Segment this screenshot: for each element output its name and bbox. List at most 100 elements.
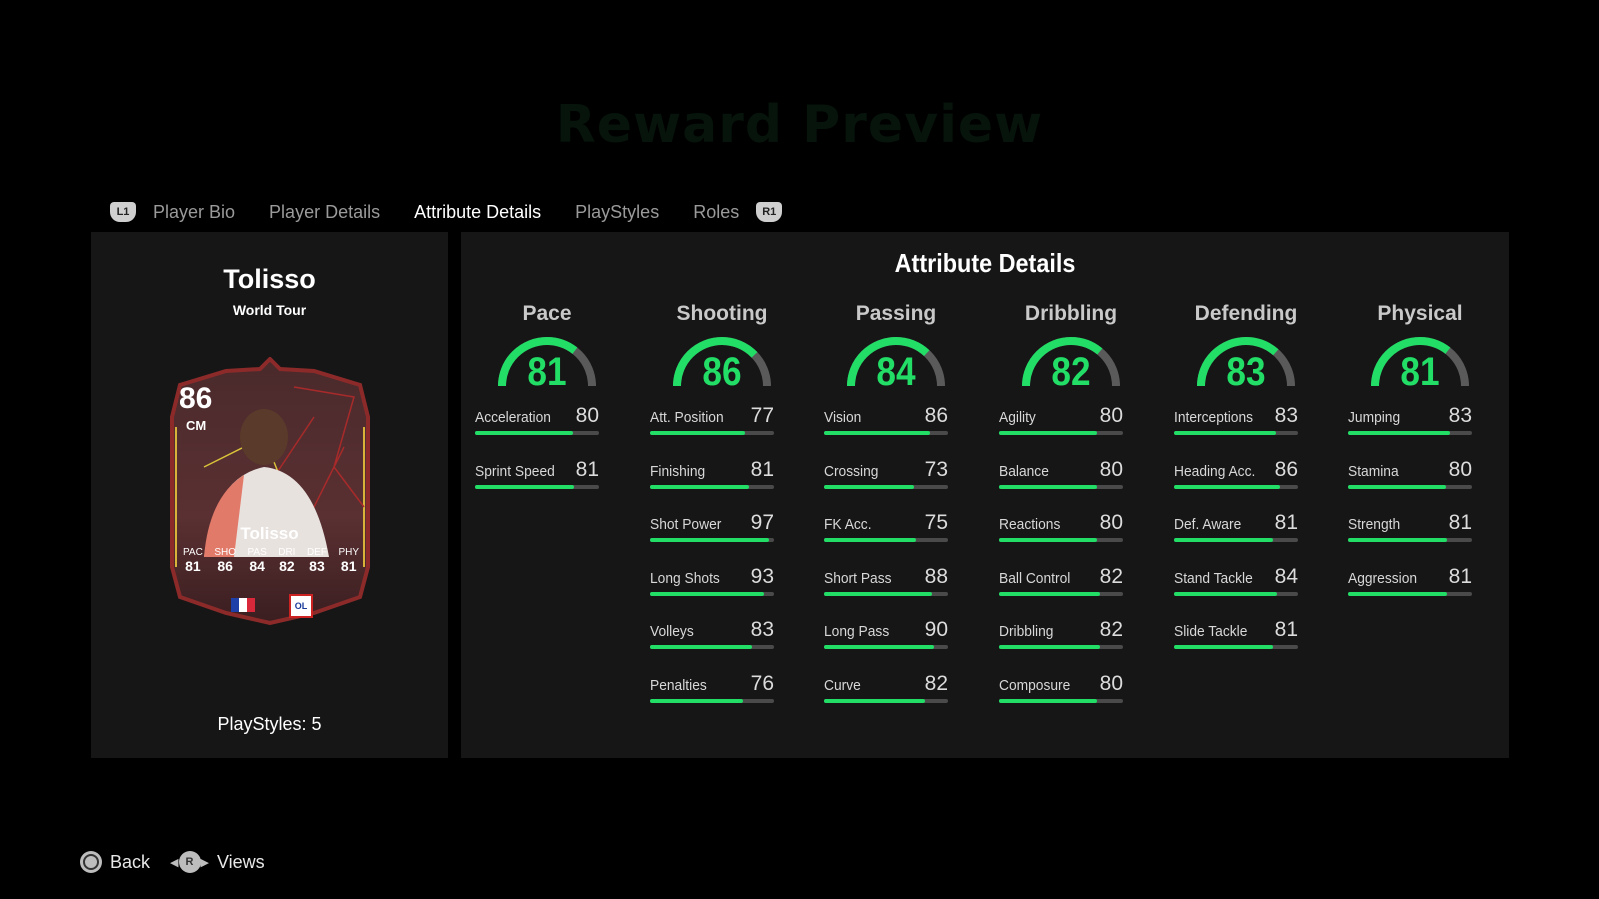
right-stick-icon[interactable]: R: [178, 851, 201, 873]
stat-bar-fill: [999, 538, 1098, 542]
category-defending: Defending 83 Interceptions 83 Heading Acc. 86…: [1174, 302, 1298, 670]
category-name: Dribbling: [1024, 302, 1118, 325]
stat-bar-fill: [475, 431, 574, 435]
l1-bumper-icon[interactable]: L1: [110, 202, 136, 222]
stat-bar: [999, 484, 1123, 489]
stat-row: Volleys 83: [650, 616, 774, 670]
stat-bar: [475, 431, 599, 435]
stat-bar-fill: [650, 645, 752, 649]
stat-value: 81: [1448, 511, 1472, 534]
category-gauge: 86: [670, 334, 774, 394]
stat-row: Composure 80: [999, 670, 1123, 724]
stat-bar: [1174, 431, 1298, 435]
back-button[interactable]: Back: [110, 852, 150, 873]
category-name: Defending: [1194, 302, 1298, 325]
stat-label: Dribbling: [999, 623, 1054, 640]
stat-bar: [1348, 484, 1472, 489]
stat-bar: [475, 484, 599, 489]
stat-bar-fill: [475, 484, 575, 489]
stat-label: Ball Control: [999, 569, 1071, 587]
stat-bar: [999, 698, 1123, 703]
stat-label: Long Pass: [824, 623, 890, 640]
stat-bar-fill: [824, 538, 917, 542]
r1-bumper-icon[interactable]: R1: [756, 202, 783, 222]
attribute-panel: Attribute Details Pace 81 Acceleration 80 Sp…: [461, 232, 1509, 758]
stat-label: Balance: [999, 462, 1049, 480]
category-value: 84: [876, 350, 916, 394]
stat-value: 76: [750, 671, 774, 695]
stat-bar-fill: [824, 484, 914, 489]
stat-bar: [824, 431, 948, 435]
stat-value: 80: [1099, 671, 1123, 695]
tab-attribute-details[interactable]: Attribute Details: [414, 202, 541, 223]
stat-bar-fill: [1174, 484, 1280, 489]
stat-bar: [650, 645, 774, 649]
stat-bar-fill: [999, 645, 1100, 649]
stat-bar-fill: [824, 591, 933, 596]
stat-value: 81: [1274, 511, 1298, 534]
stat-row: Finishing 81: [650, 456, 774, 510]
stat-label: Slide Tackle: [1174, 623, 1248, 640]
stat-bar-fill: [1348, 431, 1450, 435]
stat-row: Curve 82: [824, 670, 948, 724]
stat-bar: [1174, 645, 1298, 649]
nation-flag-icon: [231, 598, 255, 612]
stat-value: 81: [750, 457, 774, 481]
panel-title: Attribute Details: [894, 248, 1076, 278]
card-stat: DEF 83: [307, 547, 327, 574]
stat-bar: [650, 591, 774, 596]
stat-bar: [1174, 538, 1298, 542]
stat-bar: [1348, 431, 1472, 435]
stat-value: 81: [575, 457, 599, 481]
stat-row: Stamina 80: [1348, 456, 1472, 510]
stat-value: 80: [1099, 457, 1123, 481]
stat-row: Aggression 81: [1348, 563, 1472, 617]
stat-label: Stand Tackle: [1174, 569, 1253, 587]
views-button[interactable]: Views: [217, 852, 265, 873]
stat-row: Jumping 83: [1348, 402, 1472, 456]
tab-player-bio[interactable]: Player Bio: [153, 202, 235, 223]
stat-row: Vision 86: [824, 402, 948, 456]
category-name: Passing: [855, 302, 937, 325]
tab-roles[interactable]: Roles: [693, 202, 739, 223]
stat-bar-fill: [1174, 645, 1274, 649]
background-title: Reward Preview: [555, 95, 1044, 155]
card-position: CM: [186, 418, 207, 433]
card-stat-label: PAC: [183, 547, 203, 558]
playstyles-count: PlayStyles: 5: [217, 714, 322, 734]
card-stat: PHY 81: [338, 547, 359, 574]
card-stat-value: 82: [279, 558, 295, 574]
card-stat-value: 83: [309, 558, 325, 574]
stat-label: Def. Aware: [1174, 516, 1242, 533]
tab-player-details[interactable]: Player Details: [269, 202, 380, 223]
tab-playstyles[interactable]: PlayStyles: [575, 202, 659, 223]
stat-row: Heading Acc. 86: [1174, 456, 1298, 510]
card-stat-label: DEF: [306, 547, 327, 558]
stat-row: Ball Control 82: [999, 563, 1123, 617]
category-gauge: 82: [1019, 334, 1123, 394]
card-stats: PAC 81 SHO 86 PAS 84 DRI 82 DEF 83 PHY 81: [183, 547, 359, 574]
stat-row: Penalties 76: [650, 670, 774, 724]
stat-label: FK Acc.: [824, 516, 872, 533]
stat-label: Crossing: [824, 462, 879, 480]
stat-label: Jumping: [1348, 409, 1401, 426]
stat-bar-fill: [650, 698, 744, 703]
stat-bar: [999, 538, 1123, 542]
stat-row: Acceleration 80: [475, 402, 599, 456]
stat-bar: [650, 698, 774, 703]
stat-row: Def. Aware 81: [1174, 509, 1298, 563]
stat-row: Long Shots 93: [650, 563, 774, 617]
player-panel: Tolisso World Tour 86 CM Tolisso PAC 81 SH…: [91, 232, 448, 758]
stat-bar: [650, 538, 774, 542]
circle-button-icon[interactable]: [80, 851, 102, 873]
stat-bar-fill: [1174, 431, 1276, 435]
stat-row: Short Pass 88: [824, 563, 948, 617]
stat-bar: [824, 591, 948, 596]
stat-value: 83: [750, 618, 774, 641]
category-physical: Physical 81 Jumping 83 Stamina 80 Strength 81 Ag…: [1348, 302, 1472, 616]
stat-row: Balance 80: [999, 456, 1123, 510]
stat-value: 80: [1099, 404, 1123, 427]
stat-bar-fill: [999, 698, 1098, 703]
category-value: 86: [702, 350, 742, 394]
stat-label: Volleys: [650, 623, 694, 640]
